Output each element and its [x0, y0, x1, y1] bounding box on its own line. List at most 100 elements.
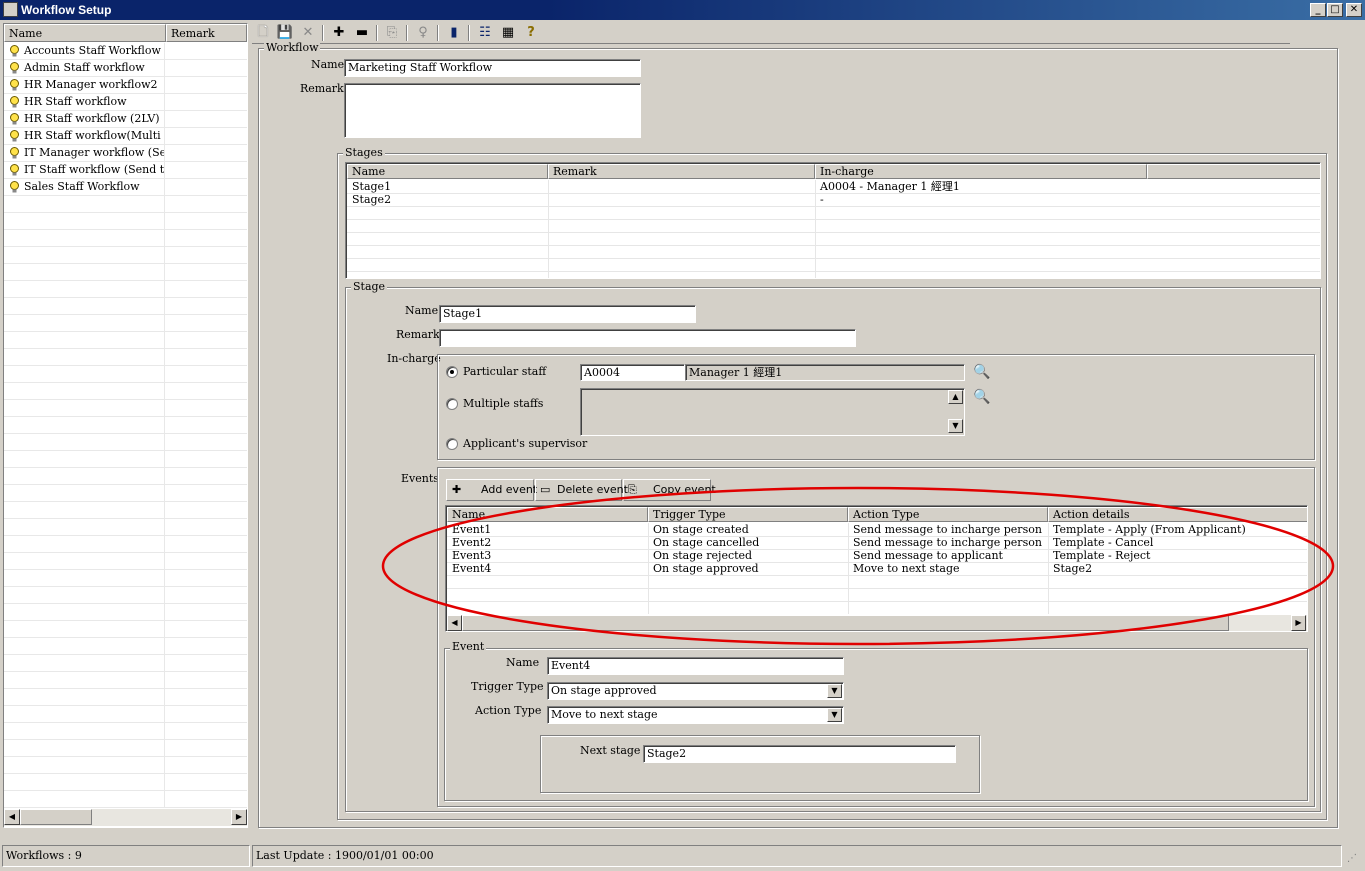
applicant-supervisor-label[interactable]: Applicant's supervisor: [463, 437, 587, 451]
stages-header-name[interactable]: Name: [347, 164, 548, 179]
list-item[interactable]: HR Staff workflow(Multi A...: [4, 128, 247, 145]
list-item[interactable]: Sales Staff Workflow: [4, 179, 247, 196]
scroll-up-icon[interactable]: ▲: [948, 390, 963, 404]
list-item[interactable]: [4, 366, 247, 383]
stage-row-remark[interactable]: [549, 180, 815, 193]
workflow-remark-field[interactable]: [344, 83, 641, 138]
list-item[interactable]: [4, 706, 247, 723]
add-icon[interactable]: ✚: [329, 24, 349, 42]
maximize-button[interactable]: □: [1327, 3, 1343, 17]
list-item[interactable]: [4, 332, 247, 349]
stages-header-remark[interactable]: Remark: [548, 164, 815, 179]
close-button[interactable]: ✕: [1346, 3, 1362, 17]
list-item[interactable]: [4, 451, 247, 468]
list-item[interactable]: [4, 536, 247, 553]
list-item[interactable]: [4, 434, 247, 451]
hint-icon[interactable]: ♀: [413, 24, 433, 42]
staff-code-field[interactable]: A0004: [580, 364, 685, 381]
list-item[interactable]: IT Manager workflow (Sen...: [4, 145, 247, 162]
event-name-field[interactable]: Event4: [547, 657, 844, 675]
stage-remark-field[interactable]: [439, 329, 856, 347]
workflow-list[interactable]: Name Remark Accounts Staff Workflow Admin…: [3, 23, 248, 828]
list-item[interactable]: [4, 689, 247, 706]
list-item[interactable]: [4, 502, 247, 519]
multiple-staffs-radio[interactable]: [446, 398, 458, 410]
list-item[interactable]: [4, 621, 247, 638]
exit-icon[interactable]: ▮: [444, 24, 464, 42]
stage-name-field[interactable]: Stage1: [439, 305, 696, 323]
list-view-icon[interactable]: ☷: [475, 24, 495, 42]
list-item[interactable]: [4, 230, 247, 247]
stages-header-incharge[interactable]: In-charge: [815, 164, 1147, 179]
stage-row-remark[interactable]: [549, 193, 815, 206]
scroll-left-icon[interactable]: ◀: [4, 809, 20, 825]
list-item[interactable]: IT Staff workflow (Send to ...: [4, 162, 247, 179]
particular-staff-label[interactable]: Particular staff: [463, 365, 546, 379]
chevron-down-icon[interactable]: ▼: [827, 708, 842, 722]
list-item[interactable]: [4, 740, 247, 757]
list-item[interactable]: [4, 417, 247, 434]
minimize-button[interactable]: _: [1310, 3, 1326, 17]
list-item[interactable]: [4, 604, 247, 621]
list-item[interactable]: [4, 570, 247, 587]
title-bar[interactable]: Workflow Setup _ □ ✕: [0, 0, 1365, 20]
grid-view-icon[interactable]: ▦: [498, 24, 518, 42]
stage-row-name[interactable]: Stage2: [348, 193, 548, 206]
applicant-supervisor-radio[interactable]: [446, 438, 458, 450]
list-item[interactable]: HR Manager workflow2: [4, 77, 247, 94]
help-icon[interactable]: ?: [521, 24, 541, 42]
list-item[interactable]: HR Staff workflow (2LV): [4, 111, 247, 128]
list-item[interactable]: [4, 485, 247, 502]
list-item[interactable]: [4, 383, 247, 400]
scroll-down-icon[interactable]: ▼: [948, 419, 963, 433]
workflow-name-field[interactable]: Marketing Staff Workflow: [344, 59, 641, 77]
multiple-staffs-list[interactable]: [580, 388, 965, 436]
list-item[interactable]: Admin Staff workflow: [4, 60, 247, 77]
action-type-select[interactable]: Move to next stage ▼: [547, 706, 844, 724]
list-item[interactable]: [4, 774, 247, 791]
list-item[interactable]: [4, 655, 247, 672]
trigger-type-select[interactable]: On stage approved ▼: [547, 682, 844, 700]
list-item[interactable]: [4, 468, 247, 485]
search-staff-icon[interactable]: 🔍: [972, 362, 992, 382]
stages-grid[interactable]: Name Remark In-charge Stage1 A0004 - Mana…: [345, 162, 1321, 279]
stage-row-incharge[interactable]: -: [816, 193, 1146, 206]
list-item[interactable]: [4, 672, 247, 689]
list-item[interactable]: [4, 281, 247, 298]
search-staffs-icon[interactable]: 🔍: [972, 387, 992, 407]
list-item[interactable]: [4, 791, 247, 808]
stage-row-name[interactable]: Stage1: [348, 180, 548, 193]
particular-staff-radio[interactable]: [446, 366, 458, 378]
list-item[interactable]: [4, 264, 247, 281]
list-item[interactable]: [4, 638, 247, 655]
list-item[interactable]: [4, 196, 247, 213]
copy-icon[interactable]: ⎘: [382, 24, 402, 42]
remove-icon[interactable]: ▬: [352, 24, 372, 42]
list-item[interactable]: [4, 349, 247, 366]
list-item[interactable]: HR Staff workflow: [4, 94, 247, 111]
list-item[interactable]: [4, 400, 247, 417]
delete-icon[interactable]: ✕: [298, 24, 318, 42]
list-item[interactable]: [4, 757, 247, 774]
chevron-down-icon[interactable]: ▼: [827, 684, 842, 698]
scroll-thumb[interactable]: [20, 809, 92, 825]
stage-row-incharge[interactable]: A0004 - Manager 1 經理1: [816, 180, 1146, 193]
multiple-staffs-label[interactable]: Multiple staffs: [463, 397, 543, 411]
scroll-right-icon[interactable]: ▶: [231, 809, 247, 825]
list-horizontal-scrollbar[interactable]: ◀ ▶: [4, 809, 247, 826]
list-item[interactable]: Accounts Staff Workflow: [4, 43, 247, 60]
save-icon[interactable]: 💾: [275, 24, 295, 42]
column-header-remark[interactable]: Remark: [166, 24, 247, 42]
list-item[interactable]: [4, 587, 247, 604]
resize-grip-icon[interactable]: ⋰: [1347, 853, 1361, 867]
next-stage-field[interactable]: Stage2: [643, 745, 956, 763]
list-item[interactable]: [4, 553, 247, 570]
list-item[interactable]: [4, 315, 247, 332]
column-header-name[interactable]: Name: [4, 24, 166, 42]
list-item[interactable]: [4, 213, 247, 230]
list-item[interactable]: [4, 723, 247, 740]
list-item[interactable]: [4, 247, 247, 264]
list-item[interactable]: [4, 298, 247, 315]
new-icon[interactable]: 🗋: [253, 24, 273, 42]
list-item[interactable]: [4, 519, 247, 536]
